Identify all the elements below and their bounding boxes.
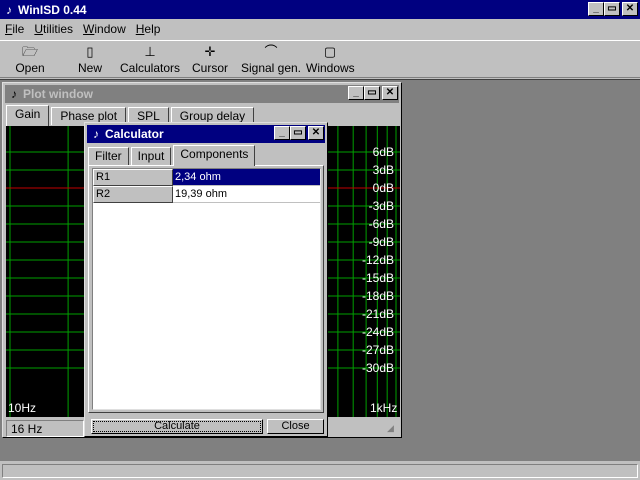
component-value[interactable]: 2,34 ohm: [173, 169, 320, 186]
plot-close-button[interactable]: ✕: [382, 86, 398, 100]
menu-window[interactable]: Window: [78, 22, 131, 36]
tab-gain[interactable]: Gain: [6, 105, 50, 126]
y-tick-label: -18dB: [361, 289, 394, 303]
y-tick-label: -30dB: [361, 361, 394, 375]
y-tick-label: -12dB: [361, 253, 394, 267]
folder-open-icon: 🗁: [21, 44, 39, 59]
y-tick-label: -27dB: [361, 343, 394, 357]
status-bar: [0, 462, 640, 480]
components-grid[interactable]: R1 2,34 ohm R2 19,39 ohm: [92, 168, 321, 410]
y-tick-label: -6dB: [368, 217, 394, 231]
y-tick-label: -9dB: [368, 235, 394, 249]
y-tick-label: 6dB: [372, 145, 394, 159]
menu-utilities[interactable]: Utilities: [29, 22, 78, 36]
windows-button[interactable]: ▢ Windows: [306, 43, 355, 75]
y-tick-label: -21dB: [361, 307, 394, 321]
status-field: [2, 464, 638, 478]
toolbar: 🗁 Open ▯ New ⊥ Calculators ✛ Cursor ⌒ Si…: [0, 40, 640, 78]
app-minimize-button[interactable]: _: [588, 2, 604, 16]
new-button[interactable]: ▯ New: [70, 43, 110, 75]
table-row[interactable]: R2 19,39 ohm: [93, 186, 320, 203]
y-tick-label: -15dB: [361, 271, 394, 285]
plot-window-title-bar[interactable]: ♪ Plot window _ ▭ ✕: [5, 85, 399, 103]
plot-window-icon[interactable]: ♪: [5, 87, 23, 101]
plot-window-title: Plot window: [23, 87, 93, 101]
open-button[interactable]: 🗁 Open: [10, 43, 50, 75]
tab-filter[interactable]: Filter: [88, 147, 129, 165]
calculator-title-bar[interactable]: ♪ Calculator _ ▭ ✕: [87, 125, 325, 143]
table-row[interactable]: R1 2,34 ohm: [93, 169, 320, 186]
x-tick-label: 1kHz: [370, 401, 398, 415]
signal-generator-icon: ⌒: [264, 44, 278, 59]
plot-minimize-button[interactable]: _: [348, 86, 364, 100]
component-name: R2: [93, 186, 173, 203]
calc-maximize-button[interactable]: ▭: [290, 126, 306, 140]
x-tick-label: 10Hz: [8, 401, 37, 415]
speaker-new-icon: ▯: [86, 44, 94, 59]
calculator-tabs: Filter Input Components: [88, 145, 257, 166]
calculator-window[interactable]: ♪ Calculator _ ▭ ✕ Filter Input Componen…: [84, 122, 328, 437]
app-close-button[interactable]: ✕: [622, 2, 638, 16]
calculate-button[interactable]: Calculate: [91, 419, 263, 434]
calculator-icon: ⊥: [144, 44, 156, 59]
y-tick-label: -24dB: [361, 325, 394, 339]
y-tick-label: 0dB: [372, 181, 394, 195]
close-button[interactable]: Close: [267, 419, 324, 434]
menu-file[interactable]: File: [0, 22, 29, 36]
calculator-window-icon[interactable]: ♪: [87, 127, 105, 141]
app-title-bar[interactable]: ♪ WinISD 0.44 _ ▭ ✕: [0, 0, 640, 19]
menu-help[interactable]: Help: [131, 22, 166, 36]
windows-icon: ▢: [323, 44, 337, 59]
resize-grip-icon[interactable]: ◢: [387, 423, 399, 435]
tab-input[interactable]: Input: [130, 147, 172, 165]
app-title: WinISD 0.44: [18, 2, 87, 17]
calc-close-icon-button[interactable]: ✕: [308, 126, 324, 140]
crosshair-icon: ✛: [204, 44, 216, 59]
signal-gen-button[interactable]: ⌒ Signal gen.: [240, 43, 302, 75]
calculator-title: Calculator: [105, 127, 164, 141]
calculators-button[interactable]: ⊥ Calculators: [120, 43, 180, 75]
component-value[interactable]: 19,39 ohm: [173, 186, 320, 203]
components-panel: R1 2,34 ohm R2 19,39 ohm: [88, 165, 324, 413]
app-icon[interactable]: ♪: [0, 3, 18, 17]
app-restore-button[interactable]: ▭: [604, 2, 620, 16]
cursor-button[interactable]: ✛ Cursor: [190, 43, 230, 75]
frequency-readout: 16 Hz: [6, 420, 84, 437]
calc-minimize-button[interactable]: _: [274, 126, 290, 140]
y-tick-label: 3dB: [372, 163, 394, 177]
menu-bar: File Utilities Window Help: [0, 19, 640, 39]
y-tick-label: -3dB: [368, 199, 394, 213]
tab-components[interactable]: Components: [173, 145, 256, 166]
component-name: R1: [93, 169, 173, 186]
plot-maximize-button[interactable]: ▭: [364, 86, 380, 100]
